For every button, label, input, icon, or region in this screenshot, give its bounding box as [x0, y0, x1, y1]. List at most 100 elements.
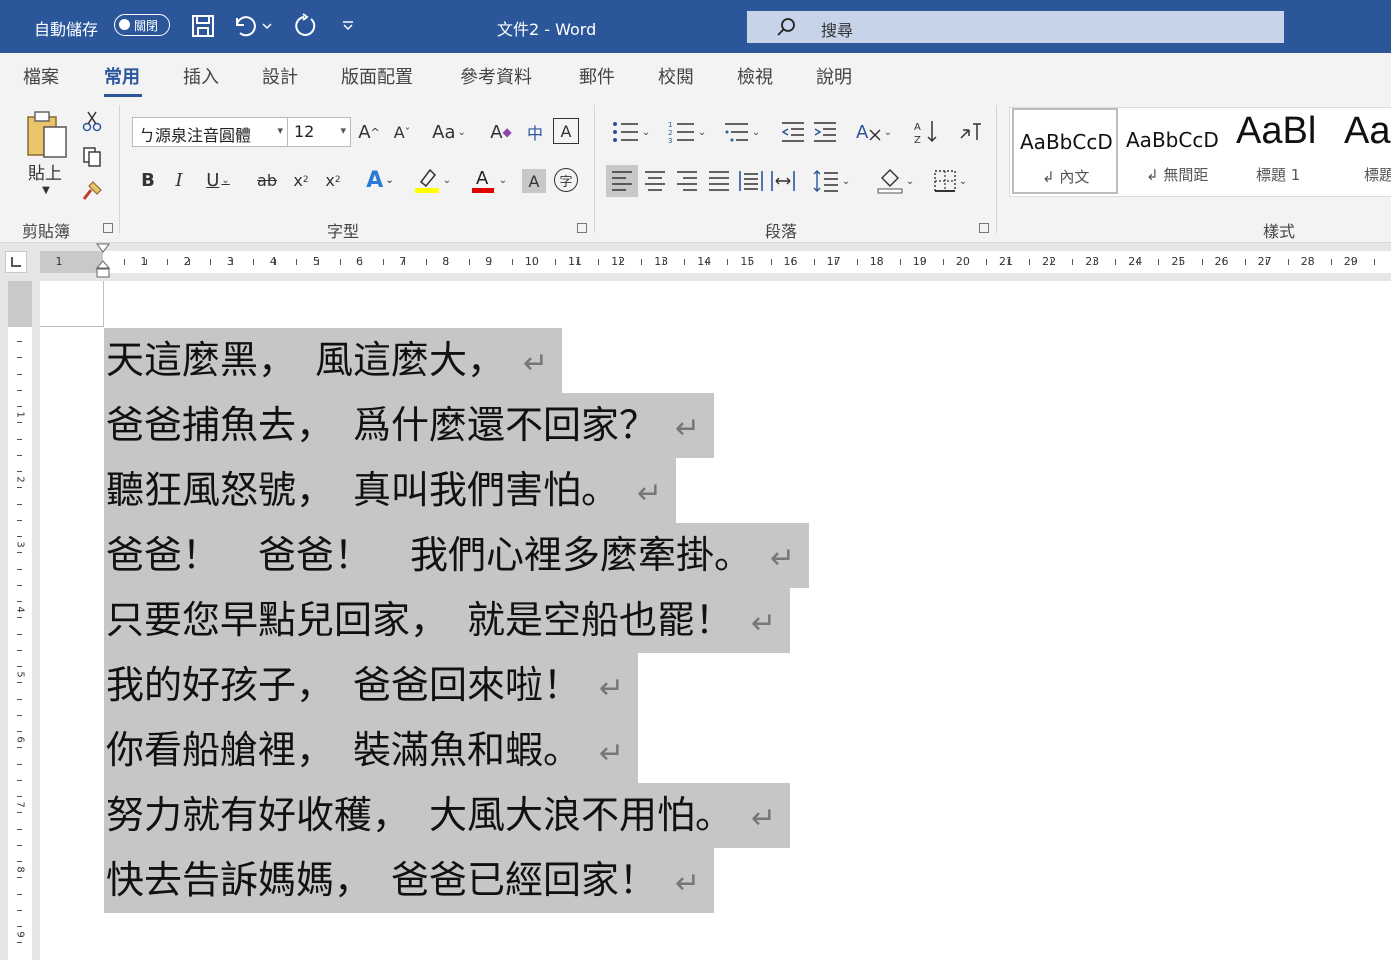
paragraph-mark-icon: ↵ [675, 866, 701, 901]
text-effects-icon[interactable]: A ⌄ [358, 165, 402, 195]
document-line[interactable]: 爸爸！ 爸爸！ 我們心裡多麼牽掛。 ↵ [104, 523, 810, 588]
vruler-tick [17, 568, 22, 570]
ruler-tick [210, 259, 212, 265]
change-case-icon[interactable]: Aa ⌄ [426, 118, 472, 146]
strikethrough-icon[interactable]: ab [253, 167, 281, 193]
ruler-tick [684, 259, 686, 265]
ruler-tick [425, 259, 427, 265]
align-right-icon[interactable] [672, 165, 702, 197]
redo-icon[interactable] [290, 12, 318, 40]
copy-icon[interactable] [80, 145, 104, 169]
undo-icon[interactable] [231, 12, 259, 40]
clipboard-launcher-icon[interactable] [103, 223, 113, 233]
tab-view[interactable]: 檢視 [737, 63, 773, 89]
tab-selector-icon[interactable] [5, 251, 27, 273]
ruler-tick [188, 259, 190, 265]
format-painter-icon[interactable] [80, 179, 104, 203]
paragraph-mark-icon: ↵ [599, 671, 625, 706]
undo-dropdown-icon[interactable] [259, 12, 275, 40]
paste-icon[interactable] [22, 107, 72, 163]
autosave-toggle[interactable]: 關閉 [114, 14, 170, 36]
ruler-tick [705, 259, 707, 265]
document-line[interactable]: 天這麼黑， 風這麼大， ↵ [104, 328, 563, 393]
tab-help[interactable]: 說明 [816, 63, 852, 89]
ruler-number: 26 [1214, 255, 1229, 268]
document-line[interactable]: 聽狂風怒號， 真叫我們害怕。 ↵ [104, 458, 677, 523]
borders-icon[interactable]: ⌄ [925, 165, 975, 197]
document-line[interactable]: 只要您早點兒回家， 就是空船也罷！ ↵ [104, 588, 791, 653]
font-launcher-icon[interactable] [577, 223, 587, 233]
font-color-icon[interactable]: A ⌄ [464, 165, 512, 195]
paragraph-mark-icon: ↵ [751, 606, 777, 641]
increase-indent-icon[interactable] [810, 117, 840, 147]
justify-icon[interactable] [704, 165, 734, 197]
document-line[interactable]: 你看船艙裡， 裝滿魚和蝦。 ↵ [104, 718, 639, 783]
align-left-icon[interactable] [606, 165, 638, 197]
distributed-icon[interactable] [736, 165, 766, 197]
superscript-icon[interactable]: x2 [321, 167, 345, 193]
paste-dropdown-icon[interactable]: ▼ [38, 183, 54, 197]
font-name-select[interactable]: ㄅ源泉注音圓體 ▾ [132, 117, 288, 147]
tab-mailings[interactable]: 郵件 [579, 63, 615, 89]
sort-icon[interactable]: AZ [911, 117, 941, 147]
style-no-spacing[interactable]: AaBbCcD ↲ 無間距 [1120, 108, 1226, 194]
style-name: ↲ 無間距 [1146, 166, 1209, 184]
style-heading-1[interactable]: AaBl 標題 1 [1228, 108, 1334, 194]
font-size-select[interactable]: 12 ▾ [287, 117, 351, 147]
tab-references[interactable]: 參考資料 [460, 63, 532, 89]
style-title[interactable]: Aa 標題 [1336, 108, 1391, 194]
svg-text:A: A [914, 122, 921, 133]
paste-label[interactable]: 貼上 [28, 159, 62, 184]
multilevel-list-icon[interactable]: ⌄ [716, 117, 766, 147]
align-center-icon[interactable] [640, 165, 670, 197]
style-name: 標題 [1364, 166, 1391, 184]
chinese-layout-icon[interactable]: A ⌄ [848, 117, 898, 147]
svg-text:1: 1 [668, 121, 672, 129]
character-border-icon[interactable]: A [553, 118, 579, 144]
decrease-indent-icon[interactable] [778, 117, 808, 147]
ribbon-tabs: 檔案 常用 插入 設計 版面配置 參考資料 郵件 校閱 檢視 說明 [0, 53, 1391, 99]
tab-insert[interactable]: 插入 [183, 63, 219, 89]
subscript-icon[interactable]: x2 [289, 167, 313, 193]
show-hide-marks-icon[interactable] [955, 117, 985, 147]
underline-icon[interactable]: U ⌄ [198, 167, 238, 193]
line-spacing-icon[interactable]: ⌄ [806, 165, 856, 197]
shrink-font-icon[interactable]: Aˇ [388, 118, 416, 146]
document-line[interactable]: 爸爸捕魚去， 爲什麼還不回家？ ↵ [104, 393, 715, 458]
document-line[interactable]: 努力就有好收穫， 大風大浪不用怕。 ↵ [104, 783, 791, 848]
autosave-label: 自動儲存 [34, 20, 99, 39]
save-icon[interactable] [189, 12, 217, 40]
highlight-color-icon[interactable]: ⌄ [408, 165, 456, 195]
bullets-icon[interactable]: ⌄ [606, 117, 656, 147]
line-text: 天這麼黑， 風這麼大， [106, 338, 506, 382]
tab-home[interactable]: 常用 [104, 63, 140, 89]
ruler-tick [404, 259, 406, 265]
phonetic-guide-icon[interactable]: 中 [521, 118, 549, 146]
svg-text:A: A [476, 168, 489, 189]
search-box[interactable]: 搜尋 [747, 11, 1284, 43]
enclose-characters-icon[interactable]: 字 [554, 168, 578, 192]
character-shading-icon[interactable]: A [522, 169, 546, 193]
numbering-icon[interactable]: 1 2 3 ⌄ [662, 117, 712, 147]
tab-design[interactable]: 設計 [262, 63, 298, 89]
document-line[interactable]: 我的好孩子， 爸爸回來啦！ ↵ [104, 653, 639, 718]
document-page[interactable]: 天這麼黑， 風這麼大， ↵ 爸爸捕魚去， 爲什麼還不回家？ ↵ 聽狂風怒號， 真叫我們害… [40, 281, 1391, 960]
vertical-ruler[interactable]: 123456789 [8, 281, 32, 960]
document-line[interactable]: 快去告訴媽媽， 爸爸已經回家！ ↵ [104, 848, 715, 913]
customize-toolbar-icon[interactable] [334, 12, 362, 40]
cut-icon[interactable] [80, 109, 104, 133]
style-normal[interactable]: AaBbCcD ↲ 內文 [1012, 108, 1118, 194]
clear-formatting-icon[interactable]: A ◆ [486, 118, 516, 146]
paragraph-launcher-icon[interactable] [979, 223, 989, 233]
character-spacing-icon[interactable] [768, 165, 798, 197]
horizontal-ruler[interactable]: 1 1 2 3 4 5 6 7 8 9 10 11 12 13 14 15 16 17 18 19 20 21 22 23 2… [40, 243, 1391, 278]
grow-font-icon[interactable]: A ^ [355, 118, 383, 146]
indent-markers-icon[interactable] [94, 243, 112, 281]
tab-layout[interactable]: 版面配置 [341, 63, 413, 89]
tab-review[interactable]: 校閱 [658, 63, 694, 89]
tab-file[interactable]: 檔案 [23, 63, 59, 89]
bold-icon[interactable]: B [136, 167, 160, 193]
shading-icon[interactable]: ⌄ [870, 165, 920, 197]
italic-icon[interactable]: I [167, 167, 191, 193]
line-text: 聽狂風怒號， 真叫我們害怕。 [106, 468, 620, 512]
